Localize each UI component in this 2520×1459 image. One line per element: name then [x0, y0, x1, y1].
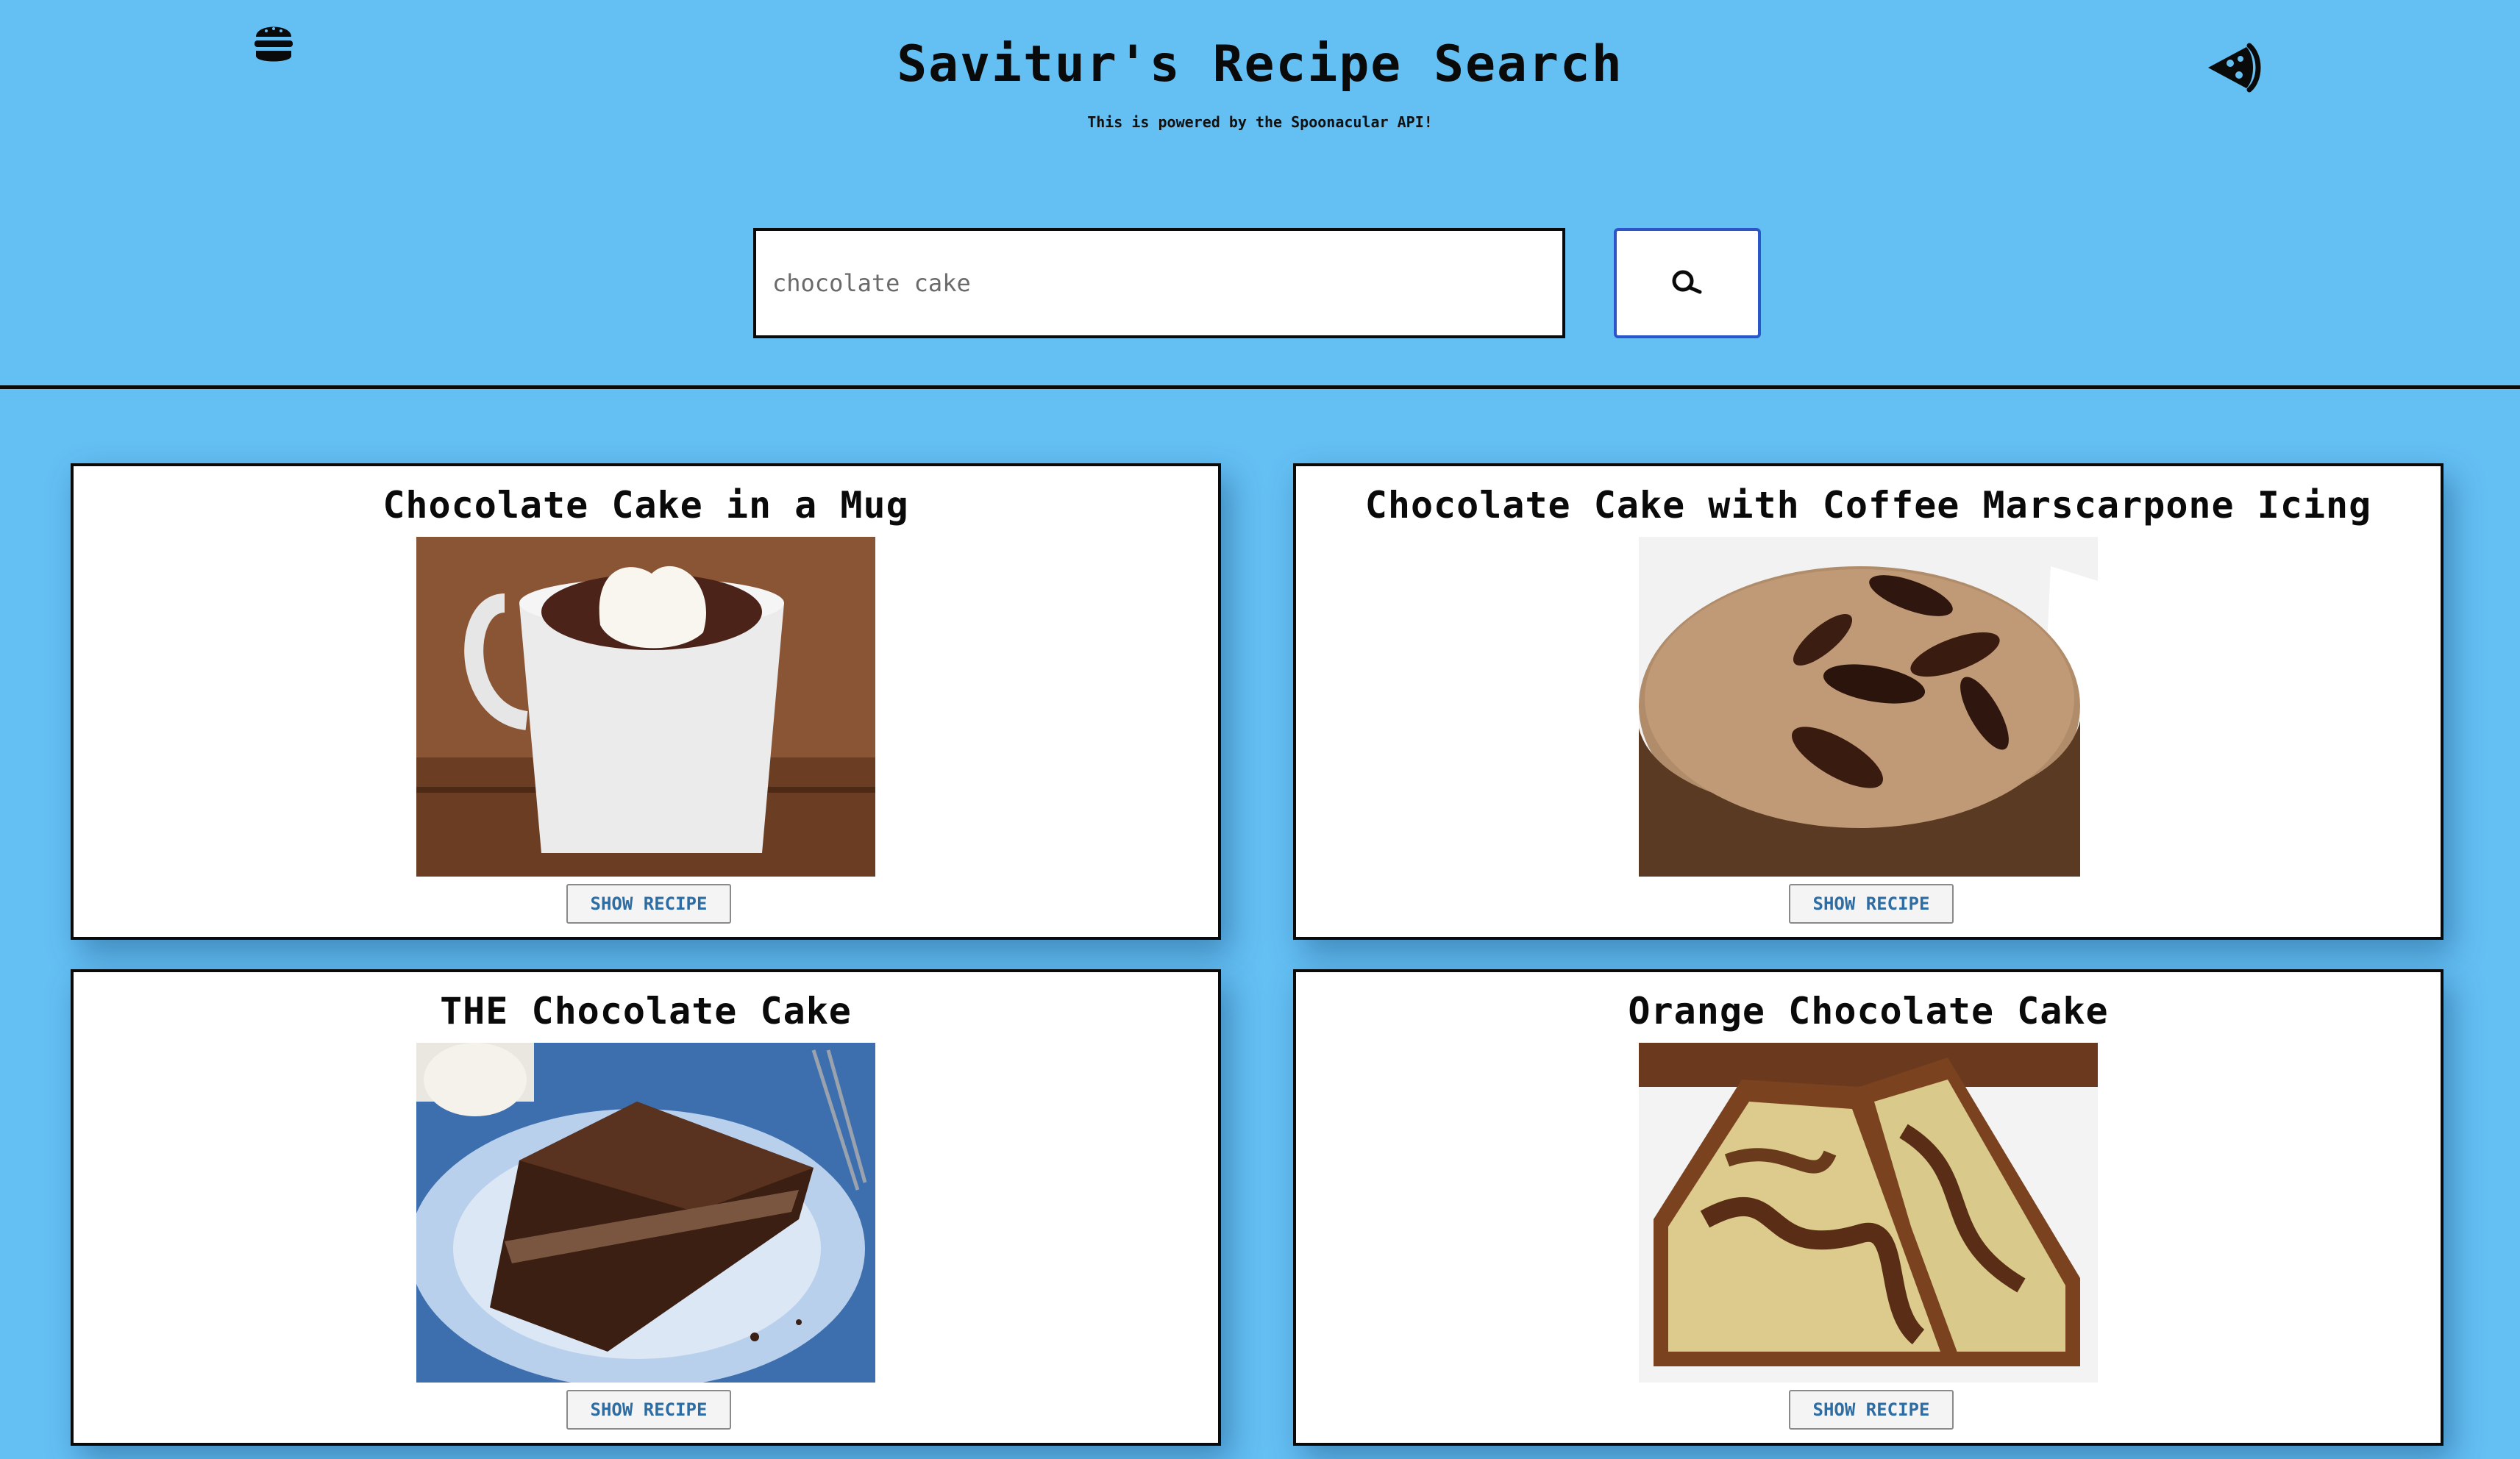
page-subtitle: This is powered by the Spoonacular API! — [1087, 113, 1433, 131]
recipe-card: Chocolate Cake with Coffee Marscarpone I… — [1293, 463, 2444, 940]
show-recipe-button[interactable]: SHOW RECIPE — [566, 884, 731, 924]
recipe-image — [1639, 1043, 2098, 1383]
recipe-title: Orange Chocolate Cake — [1628, 990, 2109, 1032]
recipe-image — [1639, 537, 2098, 877]
recipe-title: Chocolate Cake in a Mug — [382, 484, 909, 527]
search-button[interactable] — [1614, 228, 1761, 338]
recipe-image — [416, 1043, 875, 1383]
recipe-image — [416, 537, 875, 877]
page-title: Savitur's Recipe Search — [897, 35, 1623, 93]
show-recipe-button[interactable]: SHOW RECIPE — [1789, 1390, 1954, 1430]
show-recipe-button[interactable]: SHOW RECIPE — [1789, 884, 1954, 924]
recipe-card: Orange Chocolate Cake SHOW RECIPE — [1293, 969, 2444, 1446]
recipe-title: THE Chocolate Cake — [440, 990, 852, 1032]
recipe-card: THE Chocolate Cake SHOW RECIPE — [71, 969, 1221, 1446]
recipe-search-page: Savitur's Recipe Search This is powered … — [0, 0, 2520, 1459]
show-recipe-button[interactable]: SHOW RECIPE — [566, 1390, 731, 1430]
header-divider — [0, 385, 2520, 389]
search-icon — [1672, 270, 1702, 294]
search-input[interactable] — [753, 228, 1565, 338]
pizza-icon[interactable] — [2205, 41, 2264, 94]
recipe-title: Chocolate Cake with Coffee Marscarpone I… — [1364, 484, 2372, 527]
recipe-card: Chocolate Cake in a Mug SHOW RECIPE — [71, 463, 1221, 940]
